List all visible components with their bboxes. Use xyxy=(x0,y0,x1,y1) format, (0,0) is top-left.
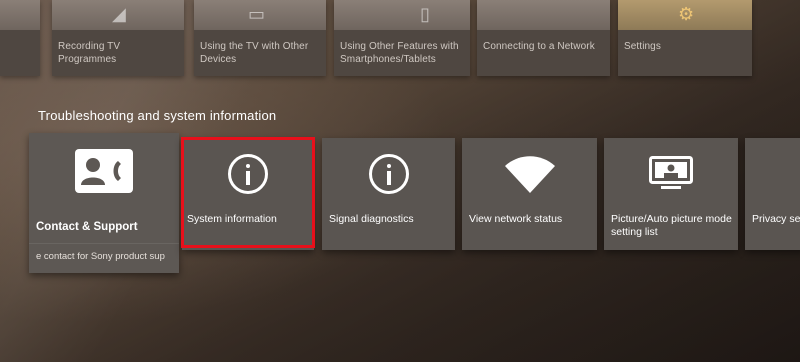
tile-view-network-status[interactable]: View network status xyxy=(462,138,597,250)
tile-label: System information xyxy=(187,213,277,225)
tile-label: Contact & Support xyxy=(36,221,138,233)
smartphone-thumbnail-icon: ▯ xyxy=(420,4,430,24)
top-tile-other-devices[interactable]: ▭ Using the TV with Other Devices xyxy=(194,0,326,76)
top-tile-label: Connecting to a Network xyxy=(483,41,595,52)
top-tile-recording[interactable]: ◢ Recording TV Programmes xyxy=(52,0,184,76)
recording-thumbnail-icon: ◢ xyxy=(112,4,126,24)
top-tile-partial[interactable] xyxy=(0,0,40,76)
tile-privacy-partial[interactable]: Privacy se xyxy=(745,138,800,250)
tile-picture-mode-list[interactable]: Picture/Auto picture mode setting list xyxy=(604,138,738,250)
info-icon xyxy=(368,154,409,194)
tile-signal-diagnostics[interactable]: Signal diagnostics xyxy=(322,138,455,250)
tile-label: Privacy se xyxy=(752,213,800,225)
info-icon xyxy=(228,154,268,194)
wifi-icon xyxy=(504,156,555,199)
tile-thumbnail: ◢ xyxy=(52,0,184,30)
tile-description: e contact for Sony product sup xyxy=(36,251,165,262)
top-tile-network[interactable]: Connecting to a Network xyxy=(477,0,610,76)
tile-system-information[interactable]: System information xyxy=(182,138,314,250)
picture-list-icon xyxy=(649,156,693,195)
top-tile-label: Using Other Features with Smartphones/Ta… xyxy=(340,41,459,65)
tile-thumbnail: ▯ xyxy=(334,0,470,30)
tv-help-screen: ◢ Recording TV Programmes ▭ Using the TV… xyxy=(0,0,800,362)
tile-label: View network status xyxy=(469,213,563,225)
top-tile-label: Settings xyxy=(624,41,661,52)
devices-thumbnail-icon: ▭ xyxy=(248,4,266,24)
tile-thumbnail: ⚙ xyxy=(618,0,752,30)
tile-label: Signal diagnostics xyxy=(329,213,414,225)
top-tile-label: Recording TV Programmes xyxy=(58,41,121,65)
top-tile-settings[interactable]: ⚙ Settings xyxy=(618,0,752,76)
tile-contact-support[interactable]: Contact & Support e contact for Sony pro… xyxy=(29,133,179,273)
top-tile-label: Using the TV with Other Devices xyxy=(200,41,309,65)
tile-label: Picture/Auto picture mode setting list xyxy=(611,213,732,238)
divider xyxy=(29,243,179,244)
tile-thumbnail: ▭ xyxy=(194,0,326,30)
tile-thumbnail xyxy=(0,0,40,30)
tile-thumbnail xyxy=(477,0,610,30)
gear-thumbnail-icon: ⚙ xyxy=(678,4,695,24)
contact-card-icon xyxy=(75,149,133,198)
top-tile-smartphones[interactable]: ▯ Using Other Features with Smartphones/… xyxy=(334,0,470,76)
section-title: Troubleshooting and system information xyxy=(38,108,277,123)
